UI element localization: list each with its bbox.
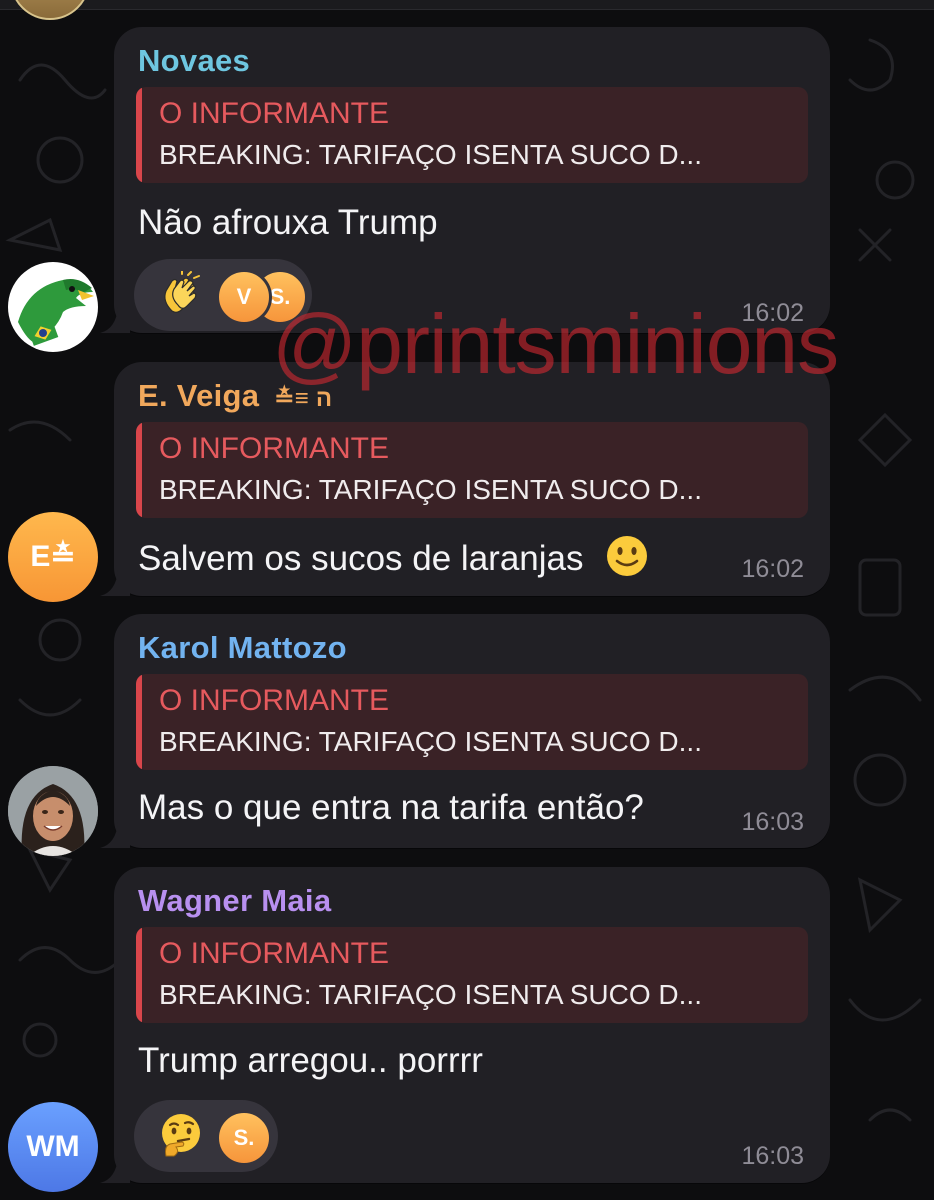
message-bubble-wagner-maia[interactable]: Wagner Maia O INFORMANTE BREAKING: TARIF…: [100, 867, 830, 1183]
sender-name[interactable]: Wagner Maia: [138, 883, 331, 919]
avatar[interactable]: WM: [8, 1102, 98, 1192]
window-top-edge: [0, 0, 934, 10]
avatar[interactable]: E≛: [8, 512, 98, 602]
message-text: Trump arregou.. porrrr: [138, 1041, 483, 1080]
message-text-row: Salvem os sucos de laranjas: [138, 534, 649, 579]
reply-quote[interactable]: O INFORMANTE BREAKING: TARIFAÇO ISENTA S…: [136, 422, 808, 518]
sender-name: E. Veiga: [138, 378, 260, 413]
message-text: Mas o que entra na tarifa então?: [138, 788, 644, 827]
avatar[interactable]: [8, 766, 98, 856]
clapping-hands-icon[interactable]: [158, 271, 204, 317]
message-bubble-karol-mattozo[interactable]: Karol Mattozo O INFORMANTE BREAKING: TAR…: [100, 614, 830, 848]
reply-title: O INFORMANTE: [159, 684, 389, 717]
avatar[interactable]: [8, 262, 98, 352]
reply-text: BREAKING: TARIFAÇO ISENTA SUCO D...: [159, 474, 702, 505]
thinking-face-icon[interactable]: [158, 1112, 204, 1158]
message-time: 16:02: [741, 555, 804, 583]
reply-accent-bar: [136, 927, 142, 1023]
reaction-avatar[interactable]: S.: [216, 1110, 272, 1166]
reply-text: BREAKING: TARIFAÇO ISENTA SUCO D...: [159, 726, 702, 757]
message-text: Salvem os sucos de laranjas: [138, 539, 584, 578]
reply-text: BREAKING: TARIFAÇO ISENTA SUCO D...: [159, 139, 702, 170]
bubble-tail: [100, 822, 130, 848]
reactions-bar[interactable]: S.: [134, 1100, 278, 1172]
reply-text: BREAKING: TARIFAÇO ISENTA SUCO D...: [159, 979, 702, 1010]
reply-quote[interactable]: O INFORMANTE BREAKING: TARIFAÇO ISENTA S…: [136, 87, 808, 183]
bubble-tail: [100, 307, 130, 333]
avatar-initials: WM: [26, 1130, 80, 1163]
partial-avatar[interactable]: [10, 0, 90, 20]
reply-quote[interactable]: O INFORMANTE BREAKING: TARIFAÇO ISENTA S…: [136, 927, 808, 1023]
reply-title: O INFORMANTE: [159, 97, 389, 130]
reaction-avatar[interactable]: V: [216, 269, 272, 325]
watermark: @printsminions: [272, 297, 839, 391]
sender-name[interactable]: Novaes: [138, 43, 250, 79]
bubble-tail: [100, 570, 130, 596]
slightly-smiling-face-icon: [607, 536, 648, 576]
reply-accent-bar: [136, 87, 142, 183]
sender-name[interactable]: Karol Mattozo: [138, 630, 347, 666]
profile-photo: [8, 766, 98, 856]
reply-accent-bar: [136, 674, 142, 770]
reply-title: O INFORMANTE: [159, 432, 389, 465]
reply-quote[interactable]: O INFORMANTE BREAKING: TARIFAÇO ISENTA S…: [136, 674, 808, 770]
bubble-tail: [100, 1157, 130, 1183]
eagle-flag-logo: [18, 279, 94, 346]
reply-title: O INFORMANTE: [159, 937, 389, 970]
message-time: 16:03: [741, 1142, 804, 1170]
message-bubble-e-veiga[interactable]: E. Veiga ≛≡ ה O INFORMANTE BREAKING: TAR…: [100, 362, 830, 596]
message-time: 16:03: [741, 808, 804, 836]
reply-accent-bar: [136, 422, 142, 518]
message-bubble-novaes[interactable]: Novaes O INFORMANTE BREAKING: TARIFAÇO I…: [100, 27, 830, 333]
message-text: Não afrouxa Trump: [138, 203, 438, 242]
avatar-initials: E≛: [30, 540, 76, 573]
